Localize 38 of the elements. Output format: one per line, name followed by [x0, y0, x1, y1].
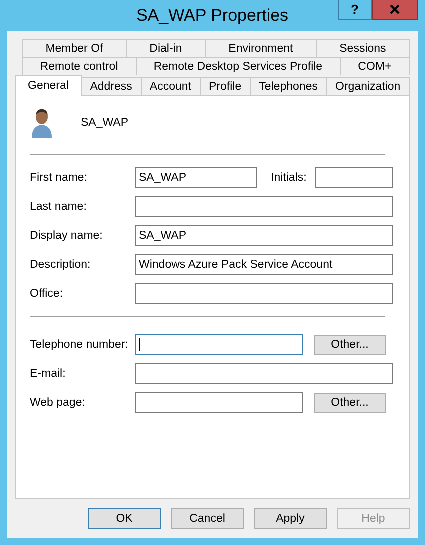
field-label: Office:: [30, 288, 64, 300]
text-cursor: [139, 338, 140, 351]
tab[interactable]: General: [15, 75, 82, 96]
text-field[interactable]: [135, 196, 393, 217]
field-label: Description:: [30, 258, 92, 270]
tab[interactable]: Member Of: [22, 39, 127, 57]
text-field[interactable]: [135, 334, 303, 355]
account-name: SA_WAP: [81, 117, 129, 129]
window-title: SA_WAP Properties: [136, 6, 289, 26]
tab[interactable]: COM+: [340, 57, 410, 75]
text-field[interactable]: SA_WAP: [135, 225, 393, 246]
tab[interactable]: Sessions: [316, 39, 410, 57]
field-label: E-mail:: [30, 368, 67, 380]
tab[interactable]: Remote Desktop Services Profile: [136, 57, 341, 75]
field-label: Initials:: [271, 172, 307, 184]
field-label: Telephone number:: [30, 338, 130, 350]
other-button[interactable]: Other...: [314, 334, 386, 354]
tab[interactable]: Organization: [326, 77, 410, 95]
text-field[interactable]: Windows Azure Pack Service Account: [135, 254, 393, 275]
dialog-button[interactable]: Apply: [254, 508, 327, 529]
field-label: Last name:: [30, 200, 88, 212]
user-icon: [30, 108, 54, 138]
text-field[interactable]: [135, 363, 393, 384]
tab[interactable]: Remote control: [22, 57, 137, 75]
text-field[interactable]: [314, 167, 393, 188]
text-field[interactable]: [135, 283, 393, 304]
close-button[interactable]: [372, 0, 418, 20]
field-label: First name:: [30, 172, 89, 184]
dialog-button[interactable]: OK: [88, 508, 161, 529]
dialog-button[interactable]: Cancel: [171, 508, 244, 529]
other-button[interactable]: Other...: [314, 392, 386, 412]
tab[interactable]: Telephones: [250, 77, 328, 95]
text-field[interactable]: SA_WAP: [135, 167, 257, 188]
text-field[interactable]: [135, 392, 303, 413]
field-label: Display name:: [30, 230, 104, 242]
close-icon: [390, 5, 400, 14]
field-label: Web page:: [30, 396, 86, 408]
help-button[interactable]: ?: [338, 0, 372, 20]
